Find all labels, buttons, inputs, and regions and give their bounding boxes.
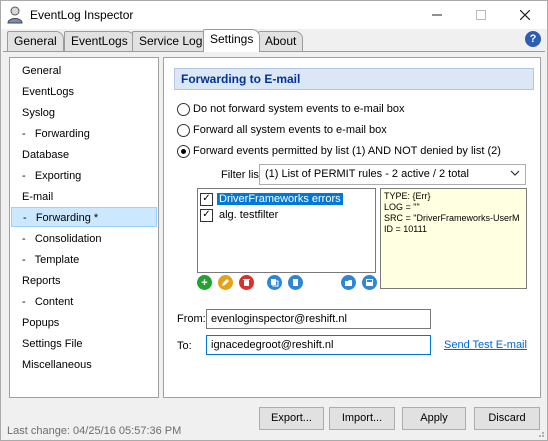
tab-eventlogs[interactable]: EventLogs [64, 31, 135, 51]
add-icon[interactable]: + [197, 275, 212, 290]
sidebar-item-email[interactable]: E-mail [11, 187, 157, 207]
delete-icon[interactable] [239, 275, 254, 290]
from-label: From: [177, 313, 206, 325]
radio-label: Forward events permitted by list (1) AND… [193, 145, 501, 157]
detail-line: LOG = "" [384, 202, 420, 212]
filter-list-value: (1) List of PERMIT rules - 2 active / 2 … [265, 168, 469, 180]
sidebar-item-email-forwarding[interactable]: - Forwarding * [11, 207, 157, 227]
export-button[interactable]: Export... [259, 407, 324, 430]
sidebar-item-reports-content[interactable]: - Content [11, 292, 157, 312]
filter-detail-box: TYPE: {Err} LOG = "" SRC = "DriverFramew… [380, 188, 527, 289]
checkbox[interactable]: ✓ [200, 208, 213, 222]
import-button[interactable]: Import... [329, 407, 395, 430]
radio-do-not-forward[interactable]: Do not forward system events to e-mail b… [177, 101, 405, 117]
window-title: EventLog Inspector [30, 8, 134, 22]
settings-sidebar: General EventLogs Syslog - Forwarding Da… [9, 57, 159, 398]
status-text: Last change: 04/25/16 05:57:36 PM [7, 425, 182, 437]
sidebar-item-database[interactable]: Database [11, 145, 157, 165]
title-bar: EventLog Inspector [1, 1, 547, 29]
radio-label: Do not forward system events to e-mail b… [193, 103, 405, 115]
discard-button[interactable]: Discard [474, 407, 540, 430]
radio-forward-all[interactable]: Forward all system events to e-mail box [177, 122, 387, 138]
send-test-email-link[interactable]: Send Test E-mail [444, 339, 527, 351]
save-icon[interactable] [362, 275, 377, 290]
user-shield-icon [7, 6, 23, 24]
sidebar-item-settings-file[interactable]: Settings File [11, 334, 157, 354]
minimize-button[interactable] [415, 1, 459, 29]
forwarding-panel: Forwarding to E-mail Do not forward syst… [163, 57, 541, 398]
sidebar-item-syslog[interactable]: Syslog [11, 103, 157, 123]
tab-general[interactable]: General [7, 31, 64, 51]
apply-button[interactable]: Apply [402, 407, 466, 430]
radio-button[interactable] [177, 123, 190, 137]
sidebar-item-general[interactable]: General [11, 61, 157, 81]
list-item[interactable]: ✓ alg. testfilter [200, 207, 280, 223]
sidebar-item-syslog-forwarding[interactable]: - Forwarding [11, 124, 157, 144]
help-icon[interactable]: ? [525, 31, 541, 47]
open-icon[interactable] [341, 275, 356, 290]
from-field[interactable] [206, 309, 431, 329]
filter-listbox[interactable]: ✓ DriverFrameworks errors ✓ alg. testfil… [197, 188, 376, 273]
chevron-down-icon [510, 170, 520, 176]
section-header: Forwarding to E-mail [174, 68, 534, 90]
resize-grip-icon[interactable] [535, 428, 545, 438]
list-item[interactable]: ✓ DriverFrameworks errors [200, 191, 343, 207]
radio-forward-permitted[interactable]: Forward events permitted by list (1) AND… [177, 143, 501, 159]
detail-line: ID = 10111 [384, 224, 427, 234]
filter-list-select[interactable]: (1) List of PERMIT rules - 2 active / 2 … [259, 164, 526, 185]
tab-strip: General EventLogs Service Log Settings A… [1, 29, 547, 52]
sidebar-item-database-exporting[interactable]: - Exporting [11, 166, 157, 186]
paste-icon[interactable] [288, 275, 303, 290]
radio-label: Forward all system events to e-mail box [193, 124, 387, 136]
close-button[interactable] [503, 1, 547, 29]
sidebar-item-reports[interactable]: Reports [11, 271, 157, 291]
edit-icon[interactable] [218, 275, 233, 290]
maximize-icon [476, 10, 486, 20]
close-icon [520, 10, 530, 20]
radio-button[interactable] [177, 144, 190, 158]
app-window: EventLog Inspector General EventLogs Ser… [0, 0, 548, 441]
sidebar-item-eventlogs[interactable]: EventLogs [11, 82, 157, 102]
sidebar-item-popups[interactable]: Popups [11, 313, 157, 333]
tab-settings[interactable]: Settings [203, 29, 261, 52]
list-item-label: DriverFrameworks errors [217, 193, 343, 205]
copy-icon[interactable] [267, 275, 282, 290]
sidebar-item-miscellaneous[interactable]: Miscellaneous [11, 355, 157, 375]
checkbox[interactable]: ✓ [200, 192, 213, 206]
detail-line: SRC = "DriverFrameworks-UserM [384, 213, 520, 223]
tab-about[interactable]: About [258, 31, 304, 51]
list-item-label: alg. testfilter [219, 209, 279, 221]
to-label: To: [177, 340, 192, 352]
sidebar-item-email-consolidation[interactable]: - Consolidation [11, 229, 157, 249]
maximize-button[interactable] [459, 1, 503, 29]
minimize-icon [432, 14, 442, 16]
to-field[interactable] [206, 335, 431, 355]
detail-line: TYPE: {Err} [384, 191, 431, 201]
tab-service-log[interactable]: Service Log [132, 31, 210, 51]
sidebar-item-email-template[interactable]: - Template [11, 250, 157, 270]
radio-button[interactable] [177, 102, 190, 116]
